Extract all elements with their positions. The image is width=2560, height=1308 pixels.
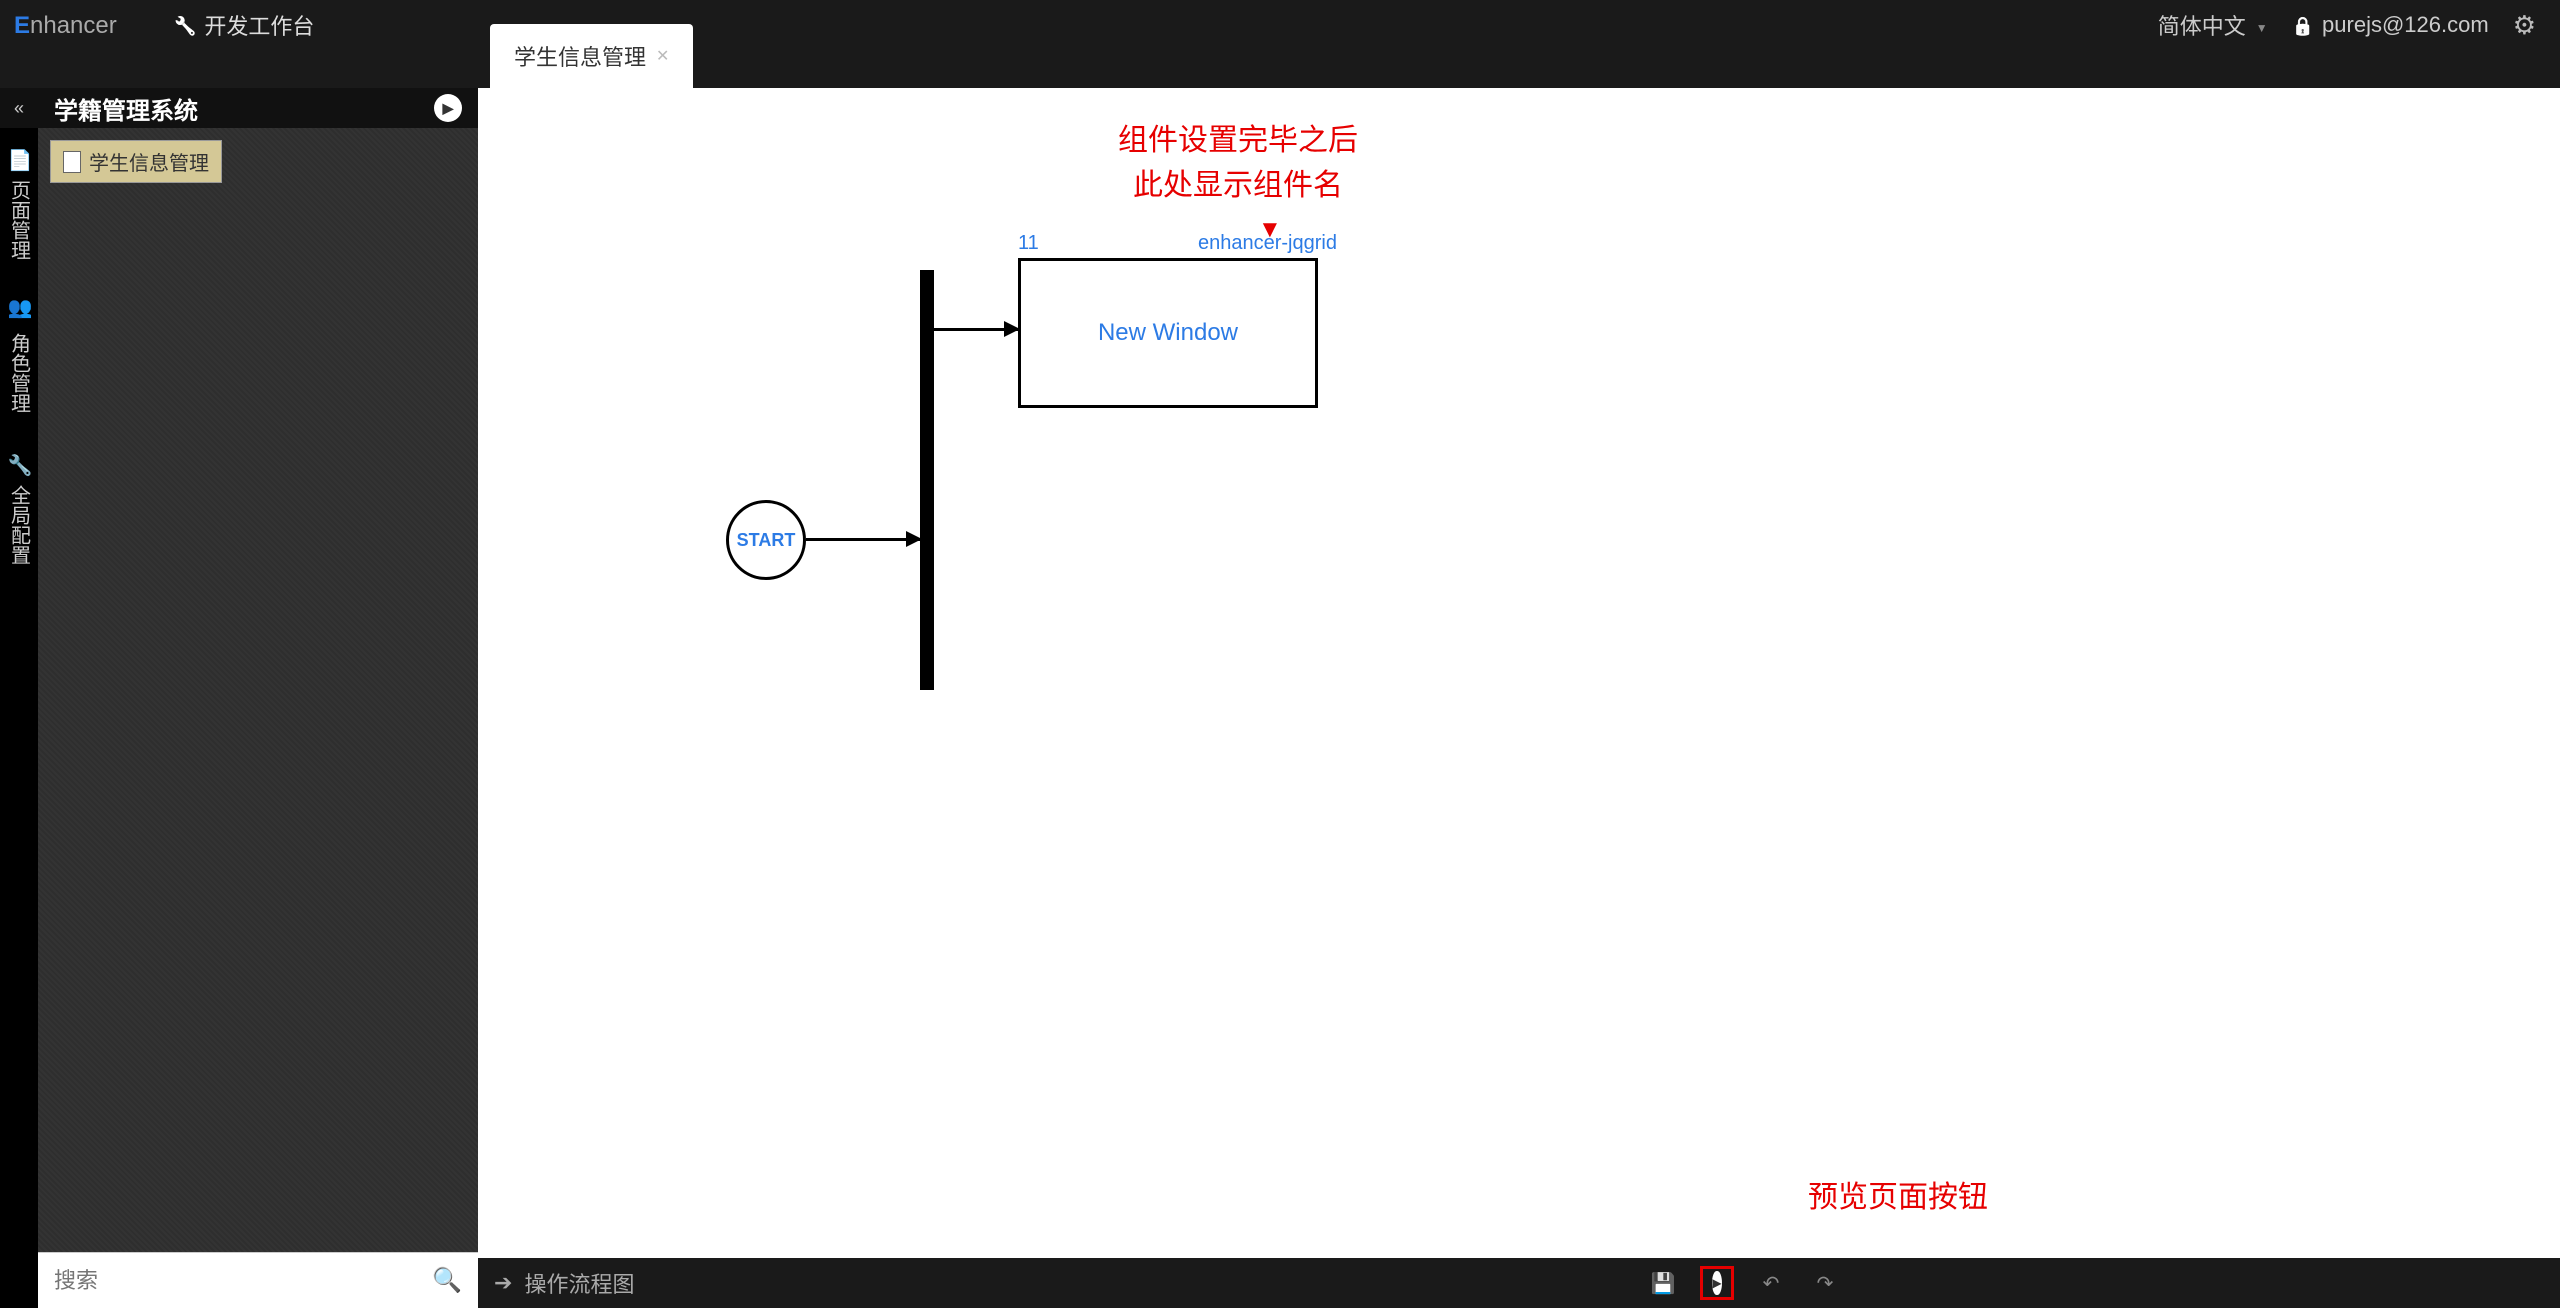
node-id-label: 11 (1018, 232, 1039, 255)
play-icon: ▶ (1712, 1271, 1721, 1295)
app-logo[interactable]: Enhancer (0, 0, 150, 52)
rail-tab-pages[interactable]: 📄页面管理 (0, 128, 40, 280)
flow-label: 操作流程图 (524, 1267, 634, 1299)
rail-tab-global[interactable]: 🔧全局配置 (0, 433, 40, 585)
nav-workbench-label: 开发工作台 (204, 9, 314, 41)
page-tree[interactable]: 学生信息管理 (38, 128, 478, 1252)
bottom-bar: ➔ 操作流程图 💾 ▶ ↶ ↷ (478, 1258, 2560, 1308)
user-menu[interactable]: purejs@126.com (2292, 12, 2489, 38)
lock-icon (2292, 12, 2314, 38)
bottom-toolbar: 💾 ▶ ↶ ↷ (1646, 1266, 1842, 1300)
canvas-area[interactable]: 组件设置完毕之后 此处显示组件名 ▼ 11 enhancer-jqgrid Ne… (478, 88, 2560, 1308)
top-right: 简体中文 purejs@126.com (2158, 0, 2560, 50)
flow-arrow (934, 328, 1018, 331)
play-icon[interactable]: ▶ (434, 94, 462, 122)
settings-icon[interactable] (2513, 10, 2536, 41)
sidebar-header: 学籍管理系统 ▶ (38, 88, 478, 128)
rail-tab-label: 全局配置 (5, 485, 34, 565)
annotation-preview-button: 预览页面按钮 (1808, 1172, 1988, 1216)
start-node-label: START (737, 530, 796, 551)
search-input[interactable] (54, 1268, 432, 1294)
rail-tab-roles[interactable]: 👥角色管理 (0, 280, 40, 432)
rail-tab-label: 页面管理 (5, 180, 34, 260)
flow-vertical-bar (920, 270, 934, 690)
sidebar-title: 学籍管理系统 (54, 91, 198, 126)
user-email-label: purejs@126.com (2322, 12, 2489, 38)
search-icon[interactable]: 🔍 (432, 1266, 462, 1295)
save-icon[interactable]: 💾 (1646, 1266, 1680, 1300)
bottom-breadcrumb[interactable]: ➔ 操作流程图 (494, 1267, 634, 1299)
rail-tab-label: 角色管理 (5, 333, 34, 413)
collapse-button[interactable]: « (0, 88, 38, 128)
top-nav: 开发工作台 (150, 0, 338, 50)
chevron-down-icon (2252, 12, 2268, 38)
tree-item-student-info[interactable]: 学生信息管理 (50, 140, 222, 183)
tab-student-info[interactable]: 学生信息管理 ✕ (490, 24, 693, 88)
start-node[interactable]: START (726, 500, 806, 580)
left-rail: « 📄页面管理 👥角色管理 🔧全局配置 (0, 88, 38, 1308)
window-node-label: New Window (1098, 319, 1238, 347)
redo-icon[interactable]: ↷ (1808, 1266, 1842, 1300)
undo-icon[interactable]: ↶ (1754, 1266, 1788, 1300)
tab-label: 学生信息管理 (514, 40, 646, 72)
main-container: « 📄页面管理 👥角色管理 🔧全局配置 学籍管理系统 ▶ 学生信息管理 🔍 (0, 88, 2560, 1308)
logo-text: nhancer (30, 12, 117, 39)
tab-bar: 学生信息管理 ✕ (490, 0, 693, 88)
sidebar: 学籍管理系统 ▶ 学生信息管理 🔍 (38, 88, 478, 1308)
node-type-label: enhancer-jqgrid (1198, 232, 1337, 255)
language-label: 简体中文 (2158, 9, 2246, 41)
preview-button[interactable]: ▶ (1700, 1266, 1734, 1300)
window-node[interactable]: New Window (1018, 258, 1318, 408)
close-icon[interactable]: ✕ (656, 46, 669, 66)
flow-arrow (806, 538, 920, 541)
tree-item-label: 学生信息管理 (89, 147, 209, 176)
annotation-component-name: 组件设置完毕之后 此处显示组件名 (1118, 118, 1358, 208)
language-selector[interactable]: 简体中文 (2158, 9, 2268, 41)
document-icon (63, 151, 81, 173)
top-bar: Enhancer 开发工作台 简体中文 purejs@126.com (0, 0, 2560, 88)
wrench-icon (174, 12, 196, 38)
search-bar: 🔍 (38, 1252, 478, 1308)
nav-workbench[interactable]: 开发工作台 (150, 9, 338, 41)
arrow-right-icon: ➔ (494, 1270, 512, 1296)
